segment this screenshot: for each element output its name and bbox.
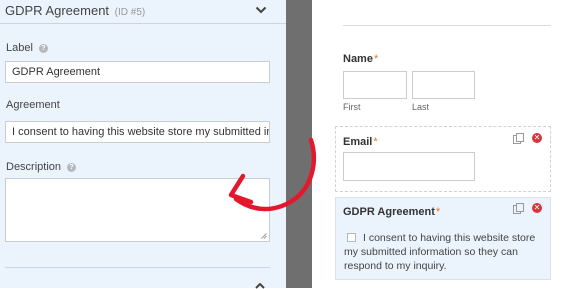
email-field-label: Email* — [343, 136, 378, 148]
description-textarea[interactable] — [5, 178, 270, 242]
label-caption: Label? — [6, 42, 48, 54]
panel-divider — [286, 0, 312, 288]
form-preview: Name* First Last Email* ✕ GDPR Agreement… — [312, 0, 562, 288]
chevron-icon[interactable] — [255, 283, 265, 289]
delete-icon[interactable]: ✕ — [532, 203, 542, 213]
required-marker: * — [373, 136, 378, 148]
required-marker: * — [373, 53, 379, 65]
first-sublabel: First — [343, 102, 361, 112]
duplicate-icon[interactable] — [513, 203, 524, 214]
preview-divider — [343, 25, 551, 26]
first-name-input[interactable] — [343, 71, 407, 99]
agreement-input[interactable]: I consent to having this website store m… — [5, 121, 270, 143]
field-id: (ID #5) — [114, 7, 146, 18]
gdpr-checkbox[interactable] — [347, 233, 356, 242]
field-options-panel: GDPR Agreement (ID #5) Label? GDPR Agree… — [0, 0, 286, 289]
duplicate-icon[interactable] — [513, 133, 524, 144]
email-input[interactable] — [343, 152, 475, 181]
field-options-title: GDPR Agreement (ID #5) — [5, 3, 145, 18]
field-options-header[interactable]: GDPR Agreement (ID #5) — [0, 0, 286, 24]
description-caption: Description? — [6, 161, 77, 173]
help-icon[interactable]: ? — [67, 163, 77, 172]
resize-grip-icon[interactable] — [261, 233, 267, 239]
delete-icon[interactable]: ✕ — [532, 133, 542, 143]
gdpr-field-block[interactable]: GDPR Agreement* ✕ I consent to having th… — [335, 197, 551, 280]
help-icon[interactable]: ? — [38, 44, 48, 53]
agreement-caption: Agreement — [6, 99, 60, 111]
section-divider — [5, 267, 270, 268]
last-name-input[interactable] — [412, 71, 475, 99]
last-sublabel: Last — [412, 102, 430, 112]
required-marker: * — [435, 206, 441, 218]
gdpr-consent-text: I consent to having this website store m… — [344, 232, 536, 272]
label-input[interactable]: GDPR Agreement — [5, 61, 270, 83]
name-field-label: Name* — [343, 53, 379, 65]
chevron-down-icon[interactable] — [255, 6, 267, 14]
gdpr-field-label: GDPR Agreement* — [343, 206, 441, 218]
email-field-block[interactable]: Email* ✕ — [335, 126, 551, 192]
field-type-name: GDPR Agreement — [5, 3, 110, 18]
